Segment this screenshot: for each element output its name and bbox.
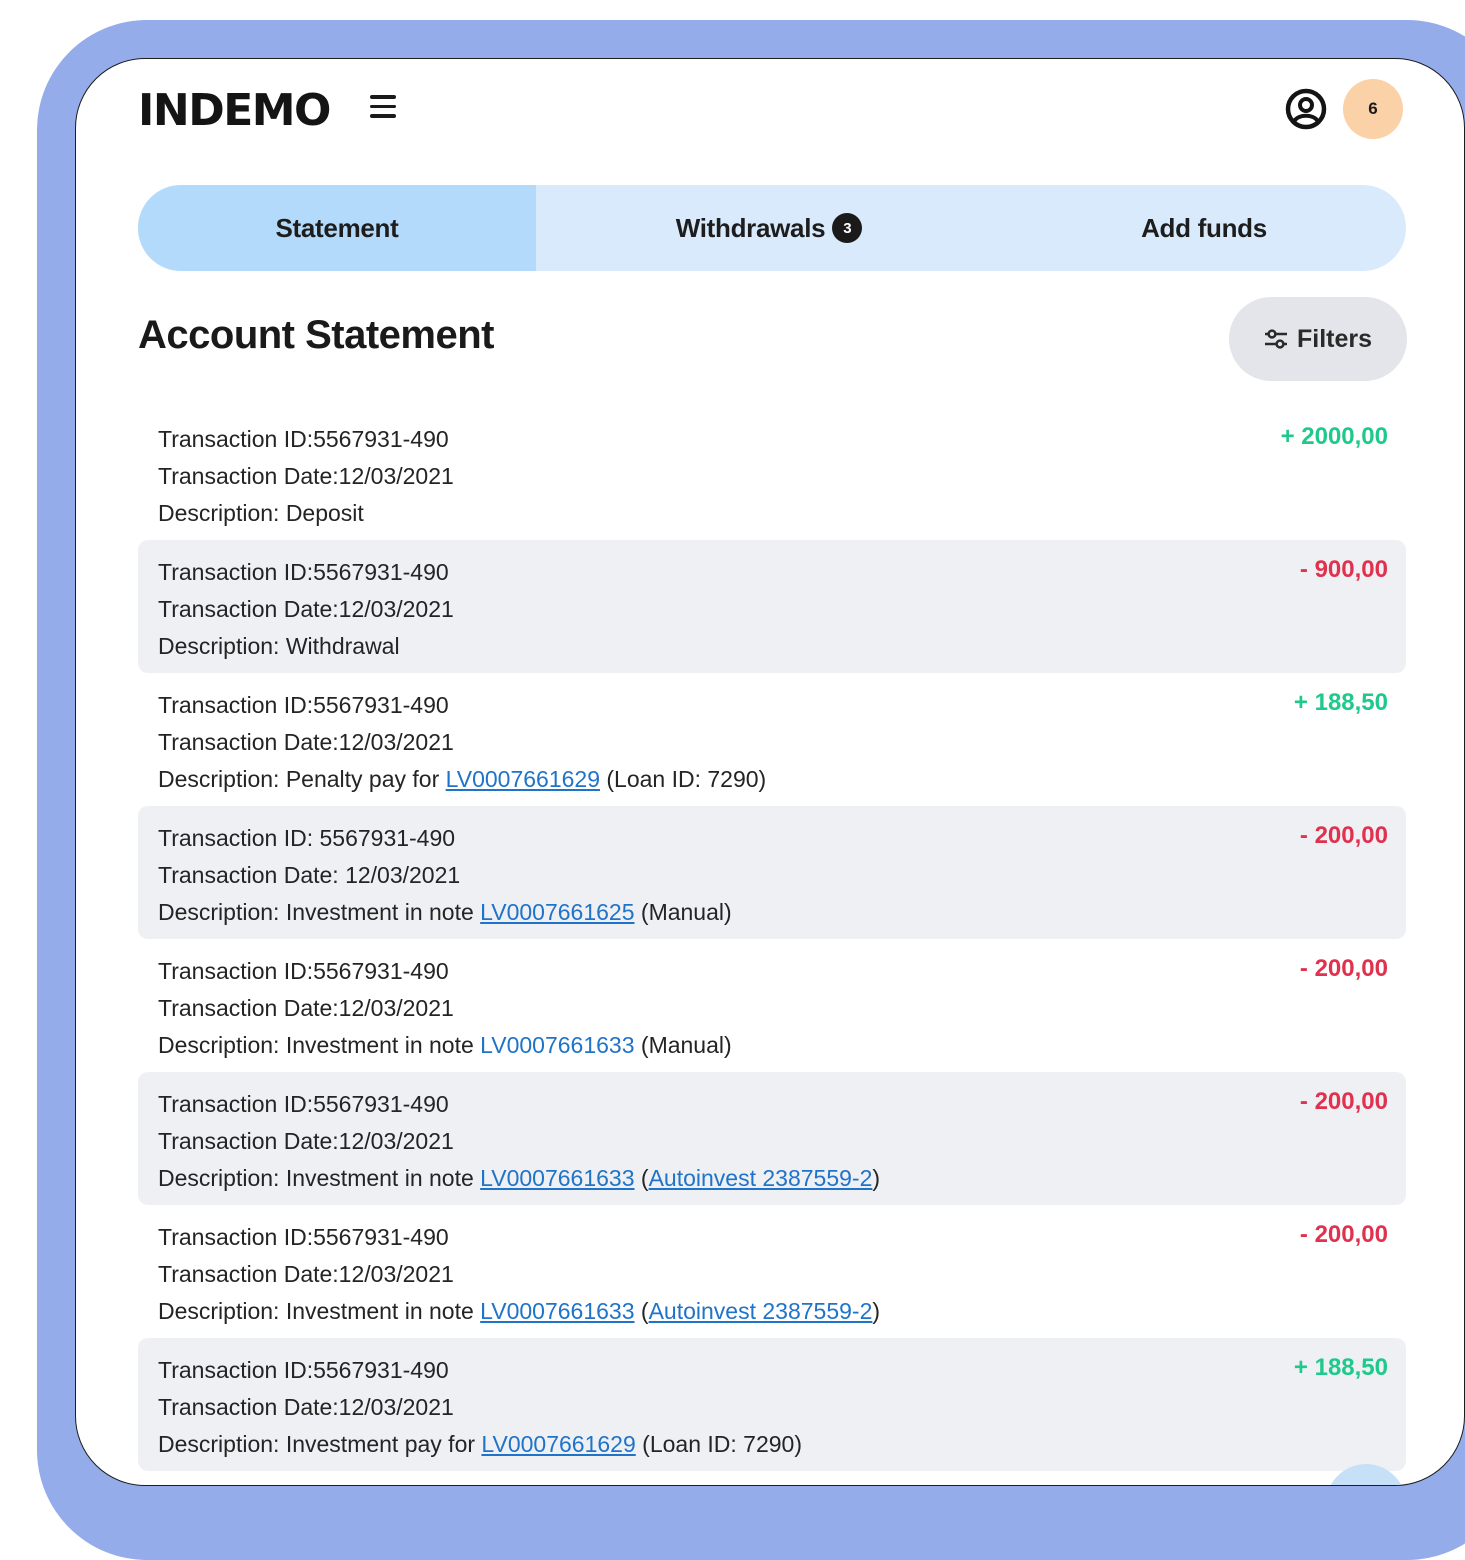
transaction-amount: + 188,50 xyxy=(1293,689,1388,716)
sliders-icon xyxy=(1264,329,1287,349)
transaction-date: Transaction Date:12/03/2021 xyxy=(158,596,454,622)
transaction-amount: - 200,00 xyxy=(1299,955,1388,982)
note-link[interactable]: LV0007661633 xyxy=(480,1032,634,1058)
menu-icon[interactable] xyxy=(370,95,398,123)
transaction-description: Description: Investment in note LV000766… xyxy=(158,1032,732,1058)
transaction-row: Transaction ID:5567931-490 Transaction D… xyxy=(138,1338,1406,1471)
transaction-amount: - 200,00 xyxy=(1299,1221,1388,1248)
transaction-id: Transaction ID:5567931-490 xyxy=(158,958,449,984)
filters-label: Filters xyxy=(1296,324,1373,353)
transaction-amount: + 2000,00 xyxy=(1280,423,1388,450)
transaction-amount: - 200,00 xyxy=(1299,822,1388,849)
transaction-id: Transaction ID:5567931-490 xyxy=(158,692,449,718)
transaction-date: Transaction Date:12/03/2021 xyxy=(158,1261,454,1287)
page-title: Account Statement xyxy=(138,313,495,357)
transaction-description: Description: Investment in note LV000766… xyxy=(158,1165,881,1191)
note-link[interactable]: LV0007661625 xyxy=(480,899,634,925)
transaction-amount: - 900,00 xyxy=(1299,556,1388,583)
transaction-date: Transaction Date:12/03/2021 xyxy=(158,1128,454,1154)
transaction-id: Transaction ID:5567931-490 xyxy=(158,1357,449,1383)
transaction-description: Description: Deposit xyxy=(158,500,364,526)
transaction-id: Transaction ID:5567931-490 xyxy=(158,1091,449,1117)
transaction-amount: - 200,00 xyxy=(1299,1088,1388,1115)
tab-label: Add funds xyxy=(1141,212,1267,243)
transaction-description: Description: Investment pay for LV000766… xyxy=(158,1431,802,1457)
transaction-date: Transaction Date:12/03/2021 xyxy=(158,1394,454,1420)
transaction-date: Transaction Date: 12/03/2021 xyxy=(158,862,461,888)
logo: INDEMO xyxy=(138,85,331,136)
transaction-description: Description: Investment in note LV000766… xyxy=(158,1298,881,1324)
transaction-id: Transaction ID:5567931-490 xyxy=(158,559,449,585)
note-link[interactable]: LV0007661633 xyxy=(480,1165,634,1191)
tab-add-funds[interactable]: Add funds xyxy=(1002,185,1406,271)
transaction-row: Transaction ID:5567931-490 Transaction D… xyxy=(138,1205,1406,1338)
transaction-row: Transaction ID:5567931-490 Transaction D… xyxy=(138,673,1406,806)
withdrawals-count-badge: 3 xyxy=(832,213,863,243)
note-link[interactable]: LV0007661629 xyxy=(481,1431,635,1457)
tab-statement[interactable]: Statement xyxy=(138,185,536,271)
user-account-icon[interactable] xyxy=(1284,87,1328,131)
tab-withdrawals[interactable]: Withdrawals 3 xyxy=(536,185,1002,271)
tab-label: Statement xyxy=(275,212,399,243)
transaction-description: Description: Investment in note LV000766… xyxy=(158,899,732,925)
note-link[interactable]: LV0007661633 xyxy=(480,1298,634,1324)
transaction-date: Transaction Date:12/03/2021 xyxy=(158,995,454,1021)
tab-label: Withdrawals xyxy=(675,212,826,243)
transaction-description: Description: Penalty pay for LV000766162… xyxy=(158,766,767,792)
autoinvest-link[interactable]: Autoinvest 2387559-2 xyxy=(649,1165,873,1191)
top-bar: INDEMO 6 xyxy=(76,59,1464,169)
transaction-id: Transaction ID:5567931-490 xyxy=(158,426,449,452)
transaction-date: Transaction Date:12/03/2021 xyxy=(158,729,454,755)
transaction-row: Transaction ID:5567931-490 Transaction D… xyxy=(138,1072,1406,1205)
filters-button[interactable]: Filters xyxy=(1229,297,1407,381)
transaction-id: Transaction ID: 5567931-490 xyxy=(158,825,456,851)
tab-bar: Statement Withdrawals 3 Add funds xyxy=(138,185,1406,271)
transaction-list: Transaction ID:5567931-490 Transaction D… xyxy=(138,407,1406,1471)
app-screen: INDEMO 6 Statement Withdrawals 3 Add fun… xyxy=(75,58,1465,1486)
transaction-row: Transaction ID:5567931-490 Transaction D… xyxy=(138,540,1406,673)
transaction-id: Transaction ID:5567931-490 xyxy=(158,1224,449,1250)
transaction-date: Transaction Date:12/03/2021 xyxy=(158,463,454,489)
transaction-row: Transaction ID: 5567931-490 Transaction … xyxy=(138,806,1406,939)
transaction-row: Transaction ID:5567931-490 Transaction D… xyxy=(138,407,1406,540)
note-link[interactable]: LV0007661629 xyxy=(446,766,600,792)
transaction-description: Description: Withdrawal xyxy=(158,633,400,659)
notification-badge[interactable]: 6 xyxy=(1343,79,1403,139)
transaction-row: Transaction ID:5567931-490 Transaction D… xyxy=(138,939,1406,1072)
autoinvest-link[interactable]: Autoinvest 2387559-2 xyxy=(649,1298,873,1324)
transaction-amount: + 188,50 xyxy=(1293,1354,1388,1381)
